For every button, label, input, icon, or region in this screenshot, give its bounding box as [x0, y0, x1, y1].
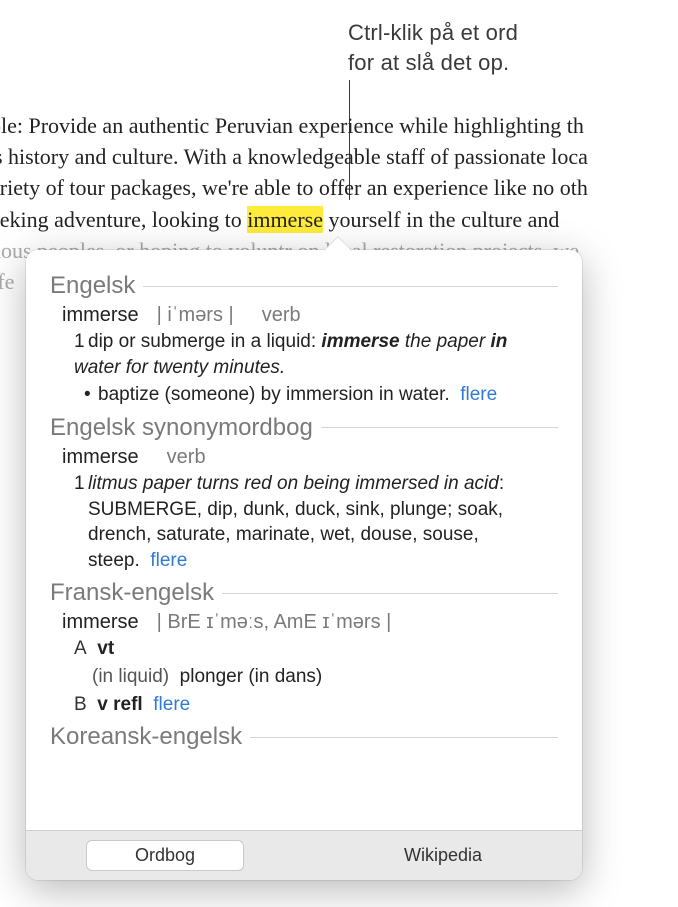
doc-line: ble: Provide an authentic Peruvian exper… — [0, 110, 678, 141]
callout-line2: for at slå det op. — [348, 48, 518, 78]
part-of-speech: v refl — [97, 694, 142, 715]
section-header-thesaurus: Engelsk synonymordbog — [50, 414, 558, 442]
definition-block: 1dip or submerge in a liquid: immerse th… — [62, 329, 558, 380]
headword: immerse — [62, 304, 139, 327]
definition-number: 1 — [74, 471, 88, 497]
bullet-icon: • — [84, 382, 98, 408]
definition-block: A vt — [62, 636, 558, 662]
example-italic: water for twenty minutes. — [74, 357, 285, 378]
section-title: Engelsk — [50, 272, 135, 300]
definition-block: 1litmus paper turns red on being immerse… — [62, 471, 558, 574]
thesaurus-example: litmus paper turns red on being immersed… — [88, 473, 499, 494]
pronunciation: | iˈmərs | — [157, 304, 234, 327]
doc-fragment: yourself in the culture and — [323, 207, 559, 232]
section-title: Koreansk-engelsk — [50, 723, 242, 751]
entry-head-row: immerse | BrE ɪˈməːs, AmE ɪˈmərs | — [62, 611, 558, 634]
section-title: Fransk-engelsk — [50, 579, 214, 607]
definition-block: B v refl flere — [62, 692, 558, 718]
doc-line: eeking adventure, looking to immerse you… — [0, 204, 678, 235]
more-link[interactable]: flere — [153, 694, 190, 715]
doc-line: 's history and culture. With a knowledge… — [0, 141, 678, 172]
translation: plonger (in dans) — [180, 666, 323, 687]
entry-head-row: immerse verb — [62, 446, 558, 469]
more-link[interactable]: flere — [460, 384, 497, 405]
definition-number: 1 — [74, 329, 88, 355]
usage-hint: (in liquid) — [92, 666, 169, 687]
part-of-speech: verb — [157, 446, 206, 469]
divider — [222, 593, 558, 594]
headword: immerse — [62, 611, 139, 634]
dictionary-entry-thesaurus: immerse verb 1litmus paper turns red on … — [50, 446, 558, 574]
definition-row: (in liquid) plonger (in dans) — [62, 664, 558, 690]
popover-tab-bar: Ordbog Wikipedia — [26, 830, 582, 880]
popover-scroll-area[interactable]: Engelsk immerse | iˈmərs | verb 1dip or … — [26, 266, 582, 830]
part-of-speech: verb — [252, 304, 301, 327]
definition-text: dip or submerge in a liquid: — [88, 331, 321, 352]
example-bold: in — [490, 331, 507, 352]
divider — [250, 737, 558, 738]
section-header-korean: Koreansk-engelsk — [50, 723, 558, 751]
part-of-speech: vt — [97, 638, 114, 659]
synonym-primary: SUBMERGE — [88, 499, 197, 520]
callout-annotation: Ctrl-klik på et ord for at slå det op. — [348, 18, 518, 77]
tab-label: Wikipedia — [404, 845, 482, 866]
divider — [321, 427, 558, 428]
dictionary-entry-french: immerse | BrE ɪˈməːs, AmE ɪˈmərs | A vt … — [50, 611, 558, 717]
divider — [143, 286, 558, 287]
tab-wikipedia[interactable]: Wikipedia — [304, 831, 582, 880]
definition-sub-bullet: •baptize (someone) by immersion in water… — [62, 382, 558, 408]
sense-label: B — [74, 692, 92, 718]
callout-line1: Ctrl-klik på et ord — [348, 18, 518, 48]
entry-head-row: immerse | iˈmərs | verb — [62, 304, 558, 327]
definition-text: baptize (someone) by immersion in water. — [98, 384, 450, 405]
tab-dictionary[interactable]: Ordbog — [26, 831, 304, 880]
headword: immerse — [62, 446, 139, 469]
section-title: Engelsk synonymordbog — [50, 414, 313, 442]
dictionary-entry-english: immerse | iˈmərs | verb 1dip or submerge… — [50, 304, 558, 408]
pronunciation: | BrE ɪˈməːs, AmE ɪˈmərs | — [157, 611, 392, 634]
section-header-english: Engelsk — [50, 272, 558, 300]
example-italic: the paper — [400, 331, 491, 352]
tab-label: Ordbog — [135, 845, 195, 866]
dictionary-popover: Engelsk immerse | iˈmərs | verb 1dip or … — [26, 250, 582, 880]
section-header-french: Fransk-engelsk — [50, 579, 558, 607]
doc-fragment: eeking adventure, looking to — [0, 207, 247, 232]
doc-line: ariety of tour packages, we're able to o… — [0, 172, 678, 203]
more-link[interactable]: flere — [150, 550, 187, 571]
sense-label: A — [74, 636, 92, 662]
example-bold: immerse — [321, 331, 399, 352]
synonym-list: SUBMERGE, dip, dunk, duck, sink, plunge;… — [74, 497, 558, 574]
highlighted-word[interactable]: immerse — [247, 206, 323, 233]
